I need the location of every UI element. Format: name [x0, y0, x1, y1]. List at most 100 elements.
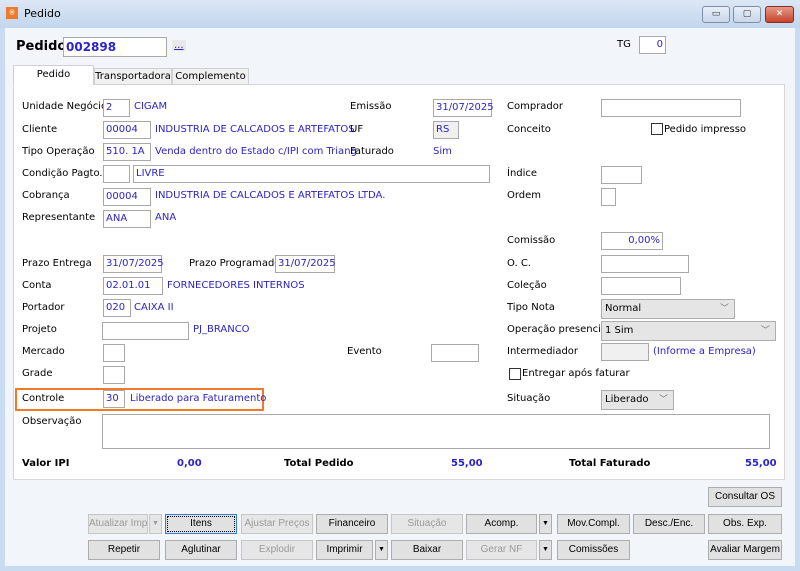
tipo-nota-value: Normal — [605, 303, 642, 314]
gerar-nf-dropdown[interactable]: ▼ — [539, 540, 552, 560]
operacao-presencial-label: Operação presencial — [507, 324, 610, 335]
atualizar-imp-dropdown[interactable]: ▼ — [149, 514, 162, 534]
total-faturado-label: Total Faturado — [569, 458, 651, 469]
controle-label: Controle — [22, 393, 65, 404]
situacao-label: Situação — [507, 393, 551, 404]
prazo-entrega-input[interactable]: 31/07/2025 — [103, 255, 164, 273]
oc-input[interactable] — [601, 255, 689, 273]
window-title: Pedido — [24, 7, 61, 20]
baixar-button[interactable]: Baixar — [391, 540, 463, 560]
title-bar: ※ Pedido ▭ ▢ ✕ — [0, 0, 800, 28]
entregar-label: Entregar após faturar — [522, 368, 630, 379]
tipo-nota-select[interactable]: Normal ﹀ — [601, 299, 735, 319]
tipo-operacao-input[interactable]: 510. 1A — [103, 143, 151, 161]
comprador-label: Comprador — [507, 101, 564, 112]
tipo-operacao-desc: Venda dentro do Estado c/IPI com Triang — [155, 146, 357, 157]
operacao-presencial-value: 1 Sim — [605, 325, 634, 336]
portador-label: Portador — [22, 302, 65, 313]
intermediador-hint[interactable]: (Informe a Empresa) — [653, 345, 756, 359]
ajustar-precos-button[interactable]: Ajustar Preços — [241, 514, 313, 534]
cliente-input[interactable]: 00004 — [103, 121, 151, 139]
cliente-label: Cliente — [22, 124, 58, 135]
operacao-presencial-select[interactable]: 1 Sim ﹀ — [601, 321, 776, 341]
avaliar-margem-button[interactable]: Avaliar Margem — [708, 540, 782, 560]
atualizar-imp-button[interactable]: Atualizar Imp — [88, 514, 148, 534]
evento-label: Evento — [347, 346, 382, 357]
gerar-nf-button[interactable]: Gerar NF — [466, 540, 537, 560]
chevron-down-icon: ﹀ — [719, 304, 729, 314]
imprimir-dropdown[interactable]: ▼ — [375, 540, 388, 560]
comissao-input[interactable]: 0,00% — [601, 232, 663, 250]
minimize-button[interactable]: ▭ — [702, 6, 730, 23]
uf-input[interactable]: RS — [433, 121, 459, 139]
situacao-button[interactable]: Situação — [391, 514, 463, 534]
unidade-label: Unidade Negócio — [22, 101, 108, 112]
conta-input[interactable]: 02.01.01 — [103, 277, 163, 295]
explodir-button[interactable]: Explodir — [241, 540, 313, 560]
evento-input[interactable] — [431, 344, 479, 362]
pedido-number-input[interactable]: 002898 — [63, 37, 167, 57]
emissao-input[interactable]: 31/07/2025 — [433, 99, 494, 117]
uf-label: UF — [350, 124, 364, 135]
tab-complemento[interactable]: Complemento — [172, 68, 249, 85]
portador-input[interactable]: 020 — [103, 299, 131, 317]
cobranca-input[interactable]: 00004 — [103, 188, 151, 206]
acomp-dropdown[interactable]: ▼ — [539, 514, 552, 534]
obs-exp-button[interactable]: Obs. Exp. — [708, 514, 782, 534]
projeto-label: Projeto — [22, 324, 57, 335]
cliente-desc: INDUSTRIA DE CALCADOS E ARTEFATOS — [155, 124, 355, 135]
projeto-input[interactable] — [102, 322, 189, 340]
condicao-input[interactable] — [103, 165, 130, 183]
representante-input[interactable]: ANA — [103, 210, 151, 228]
unidade-input[interactable]: 2 — [103, 99, 130, 117]
grade-input[interactable] — [103, 366, 125, 384]
total-pedido-label: Total Pedido — [284, 458, 354, 469]
tab-pedido[interactable]: Pedido — [13, 65, 94, 85]
colecao-input[interactable] — [601, 277, 681, 295]
ordem-label: Ordem — [507, 190, 542, 201]
aglutinar-button[interactable]: Aglutinar — [165, 540, 237, 560]
prazo-programado-input[interactable]: 31/07/2025 — [275, 255, 336, 273]
valor-ipi-value: 0,00 — [177, 458, 202, 469]
indice-label: Índice — [507, 168, 538, 179]
comprador-input[interactable] — [601, 99, 741, 117]
tipo-operacao-label: Tipo Operação — [22, 146, 95, 157]
app-icon: ※ — [6, 7, 18, 19]
situacao-value: Liberado — [605, 394, 649, 405]
pedido-lookup-button[interactable]: ... — [172, 40, 186, 51]
consultar-os-button[interactable]: Consultar OS — [708, 487, 782, 507]
unidade-desc: CIGAM — [134, 101, 168, 112]
tg-input[interactable]: 0 — [639, 36, 666, 54]
pedido-impresso-label: Pedido impresso — [664, 124, 747, 135]
observacao-textarea[interactable] — [102, 414, 770, 449]
colecao-label: Coleção — [507, 280, 547, 291]
indice-input[interactable] — [601, 166, 642, 184]
mercado-input[interactable] — [103, 344, 125, 362]
representante-label: Representante — [22, 212, 96, 223]
maximize-button[interactable]: ▢ — [733, 6, 761, 23]
prazo-entrega-label: Prazo Entrega — [22, 258, 92, 269]
pedido-impresso-checkbox[interactable] — [651, 123, 663, 135]
chevron-down-icon: ﹀ — [658, 395, 668, 405]
mov-compl-button[interactable]: Mov.Compl. — [557, 514, 630, 534]
controle-desc: Liberado para Faturamento — [130, 393, 267, 404]
repetir-button[interactable]: Repetir — [88, 540, 160, 560]
comissoes-button[interactable]: Comissões — [557, 540, 630, 560]
acomp-button[interactable]: Acomp. — [466, 514, 537, 534]
financeiro-button[interactable]: Financeiro — [316, 514, 388, 534]
close-button[interactable]: ✕ — [765, 6, 794, 23]
situacao-select[interactable]: Liberado ﹀ — [601, 390, 674, 410]
total-faturado-value: 55,00 — [745, 458, 777, 469]
controle-input[interactable]: 30 — [103, 390, 125, 408]
tab-transportadora[interactable]: Transportadora — [94, 68, 172, 85]
intermediador-input[interactable] — [601, 343, 649, 361]
desc-enc-button[interactable]: Desc./Enc. — [633, 514, 705, 534]
mercado-label: Mercado — [22, 346, 65, 357]
ordem-input[interactable] — [601, 188, 616, 206]
comissao-label: Comissão — [507, 235, 556, 246]
imprimir-button[interactable]: Imprimir — [316, 540, 373, 560]
itens-button[interactable]: Itens — [165, 514, 237, 534]
grade-label: Grade — [22, 368, 53, 379]
entregar-checkbox[interactable] — [509, 368, 521, 380]
condicao-desc-input[interactable]: LIVRE — [133, 165, 490, 183]
